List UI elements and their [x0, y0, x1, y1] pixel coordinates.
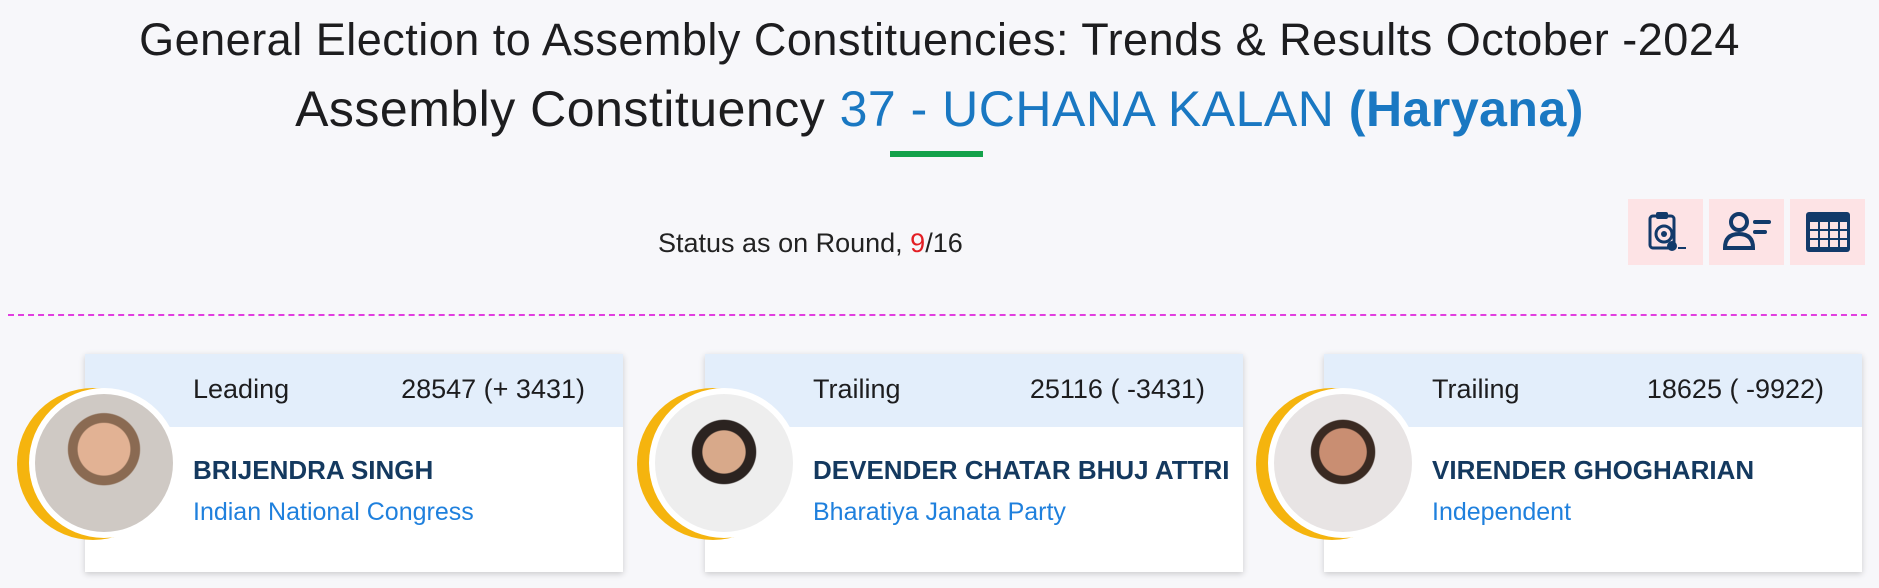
candidate-status: Trailing — [813, 374, 901, 404]
constituency-heading: Assembly Constituency 37 - UCHANA KALAN … — [0, 80, 1879, 138]
candidate-list-button[interactable] — [1709, 199, 1784, 265]
table-view-button[interactable] — [1790, 199, 1865, 265]
candidate-card-header: Trailing 25116 ( -3431) — [705, 354, 1243, 427]
candidate-list-icon — [1722, 212, 1771, 250]
round-current: 9 — [910, 228, 926, 258]
candidate-avatar — [1256, 388, 1418, 540]
candidate-avatar — [17, 388, 179, 540]
constituency-heading-prefix: Assembly Constituency — [295, 81, 840, 137]
result-report-button[interactable] — [1628, 199, 1703, 265]
result-report-icon — [1648, 212, 1686, 251]
table-grid-icon — [1805, 212, 1850, 252]
candidate-name: BRIJENDRA SINGH — [193, 455, 434, 485]
candidate-votes: 18625 ( -9922) — [1646, 374, 1824, 404]
round-total: /16 — [925, 228, 963, 258]
candidate-avatar — [637, 388, 799, 540]
candidate-party: Independent — [1432, 498, 1572, 526]
round-status: Status as on Round, 9/16 — [658, 228, 963, 259]
candidate-votes: 28547 (+ 3431) — [401, 374, 585, 404]
candidate-party: Indian National Congress — [193, 498, 474, 526]
state-name: (Haryana) — [1348, 81, 1584, 137]
candidate-name: VIRENDER GHOGHARIAN — [1432, 455, 1755, 485]
candidate-card-header: Trailing 18625 ( -9922) — [1324, 354, 1862, 427]
constituency-name: 37 - UCHANA KALAN — [839, 81, 1335, 137]
round-status-label: Status as on Round, — [658, 228, 911, 258]
candidate-party: Bharatiya Janata Party — [813, 498, 1066, 526]
candidate-status: Leading — [193, 374, 290, 404]
section-divider — [8, 314, 1867, 316]
candidate-card-header: Leading 28547 (+ 3431) — [85, 354, 623, 427]
candidate-status: Trailing — [1432, 374, 1520, 404]
page-title: General Election to Assembly Constituenc… — [139, 14, 1740, 65]
candidate-name: DEVENDER CHATAR BHUJ ATTRI — [813, 455, 1230, 485]
title-underline — [890, 151, 983, 157]
candidate-votes: 25116 ( -3431) — [1029, 374, 1205, 404]
